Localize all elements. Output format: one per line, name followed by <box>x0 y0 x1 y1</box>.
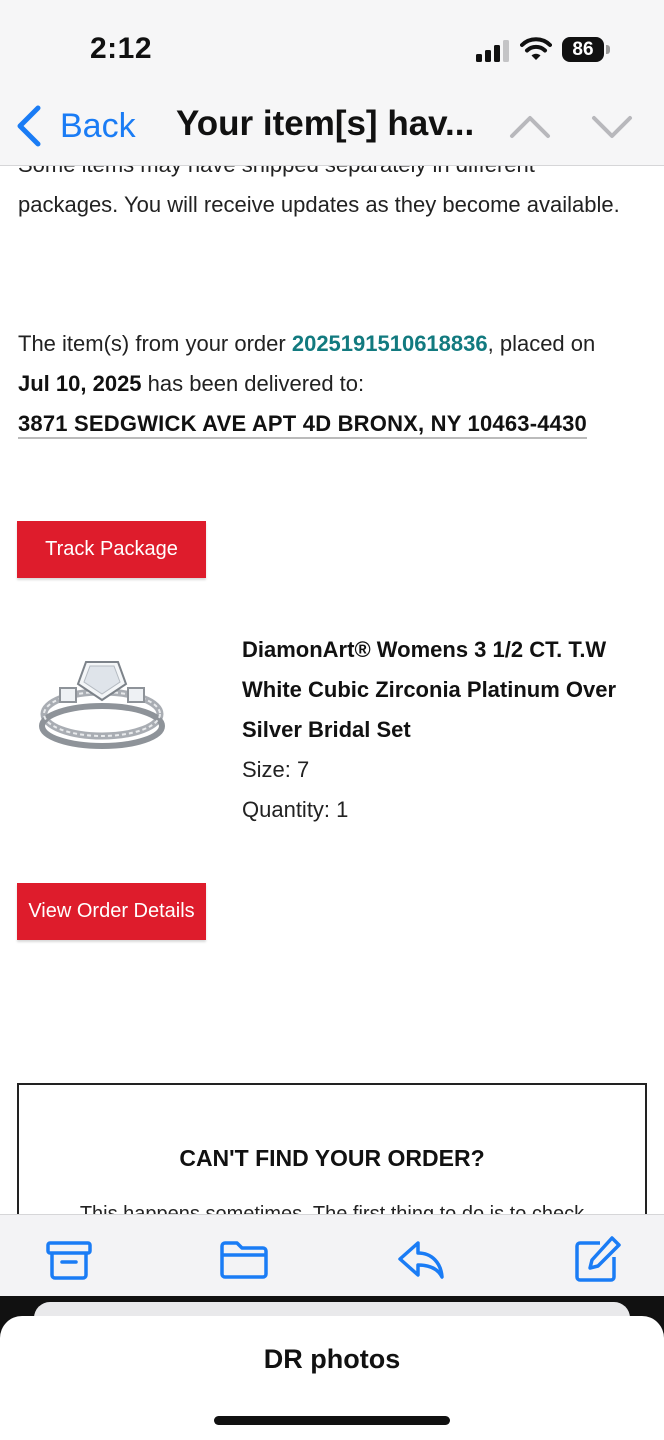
delivery-prefix: The item(s) from your order <box>18 331 292 356</box>
back-button[interactable]: Back <box>14 102 136 150</box>
order-item: DiamonArt® Womens 3 1/2 CT. T.W White Cu… <box>242 630 642 830</box>
cant-find-text: This happens sometimes. The first thing … <box>79 1203 585 1214</box>
battery-icon: 86 <box>562 37 610 62</box>
delivery-message: The item(s) from your order 202519151061… <box>18 324 648 444</box>
back-label: Back <box>60 106 136 145</box>
shipping-note-text: packages. You will receive updates as th… <box>18 192 620 217</box>
top-bar: 2:12 86 Back Your item[s] hav... <box>0 0 664 166</box>
item-quantity: Quantity: 1 <box>242 797 349 822</box>
chevron-up-icon[interactable] <box>508 110 552 142</box>
order-number-link[interactable]: 2025191510618836 <box>292 331 488 356</box>
reply-icon[interactable] <box>396 1235 446 1285</box>
order-date: Jul 10, 2025 <box>18 371 142 396</box>
wifi-icon <box>520 37 552 60</box>
ring-product-image[interactable] <box>38 640 170 752</box>
archive-icon[interactable] <box>44 1235 94 1285</box>
delivery-middle: , placed on <box>487 331 596 356</box>
draft-title: DR photos <box>263 1344 401 1374</box>
cellular-signal-icon <box>476 40 509 62</box>
email-subject: Your item[s] hav... <box>176 104 475 143</box>
email-body: Some items may have shipped separately i… <box>0 0 664 1214</box>
chevron-down-icon[interactable] <box>590 110 634 142</box>
view-order-details-button[interactable]: View Order Details <box>17 883 206 940</box>
delivery-address-link[interactable]: 3871 SEDGWICK AVE APT 4D BRONX, NY 10463… <box>18 411 587 436</box>
folder-icon[interactable] <box>219 1235 269 1285</box>
battery-level: 86 <box>562 37 604 62</box>
item-size: Size: 7 <box>242 757 310 782</box>
cant-find-title: CAN'T FIND YOUR ORDER? <box>179 1145 485 1171</box>
status-time: 2:12 <box>90 32 153 65</box>
compose-icon[interactable] <box>572 1235 622 1285</box>
minimized-draft-sheet[interactable]: DR photos <box>0 1316 664 1440</box>
mail-toolbar <box>0 1214 664 1304</box>
cant-find-order-box: CAN'T FIND YOUR ORDER? This happens some… <box>17 1083 647 1214</box>
battery-nub <box>606 45 610 54</box>
track-package-button[interactable]: Track Package <box>17 521 206 578</box>
home-indicator[interactable] <box>214 1416 450 1425</box>
item-title[interactable]: DiamonArt® Womens 3 1/2 CT. T.W White Cu… <box>242 630 642 750</box>
chevron-left-icon <box>17 105 41 147</box>
delivery-suffix: has been delivered to: <box>141 371 365 396</box>
